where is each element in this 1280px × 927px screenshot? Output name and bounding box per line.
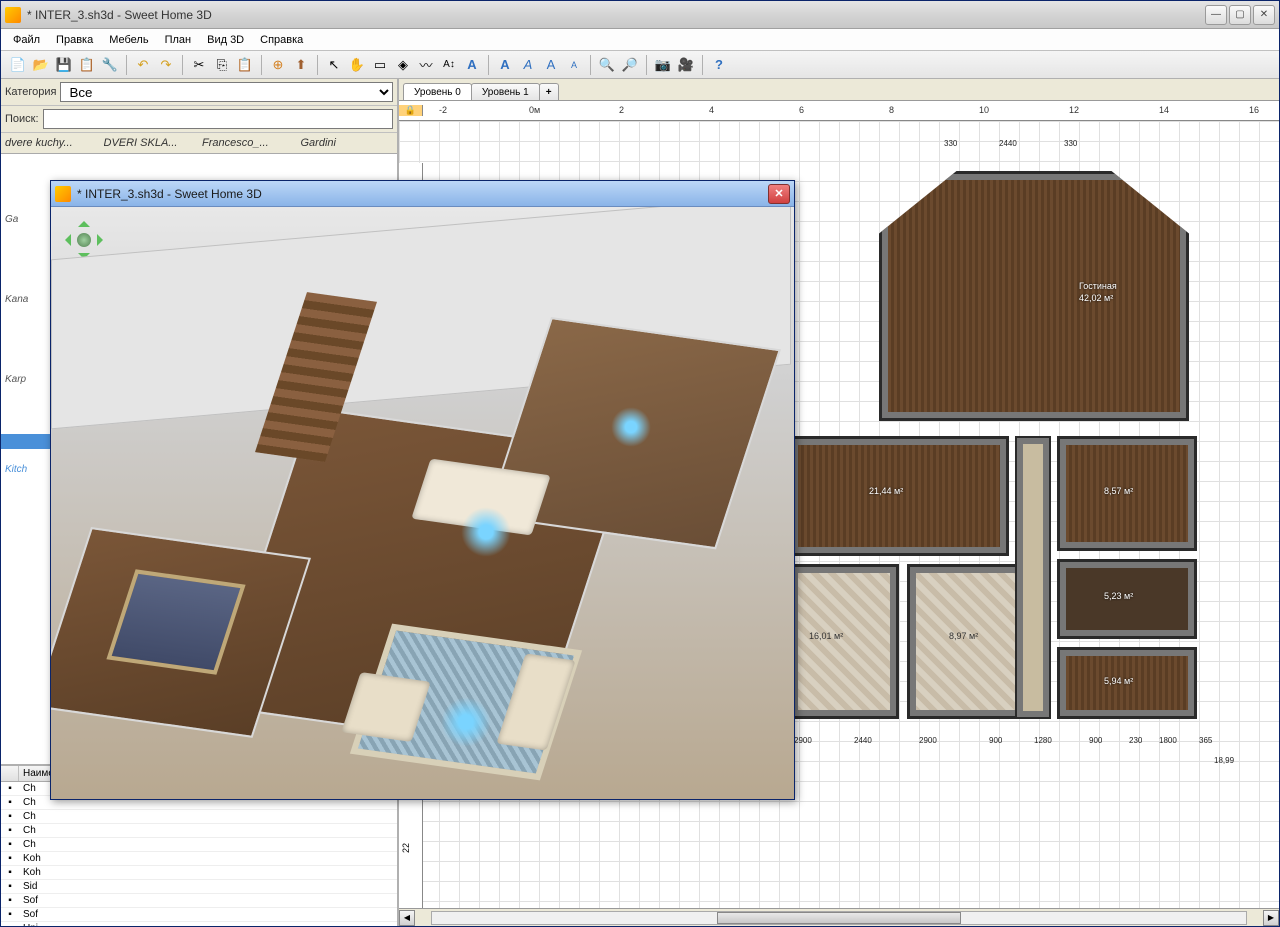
popup-title: * INTER_3.sh3d - Sweet Home 3D bbox=[77, 187, 768, 201]
search-label: Поиск: bbox=[5, 113, 39, 125]
create-dimension-icon[interactable]: A↕ bbox=[438, 54, 460, 76]
table-row[interactable]: ▪Koh bbox=[1, 852, 397, 866]
app-icon bbox=[5, 7, 21, 23]
table-row[interactable]: ▪Ch bbox=[1, 838, 397, 852]
view-3d-canvas[interactable] bbox=[51, 207, 794, 799]
menu-plan[interactable]: План bbox=[157, 32, 200, 48]
lock-icon[interactable]: 🔒 bbox=[399, 105, 423, 116]
nav-north-icon[interactable] bbox=[78, 215, 90, 227]
level-tabs: Уровень 0 Уровень 1 + bbox=[399, 79, 1279, 101]
video-icon[interactable]: 🎥 bbox=[675, 54, 697, 76]
create-polyline-icon[interactable]: 〰 bbox=[415, 54, 437, 76]
room-bottom-left[interactable] bbox=[789, 564, 899, 719]
photo-icon[interactable]: 📷 bbox=[652, 54, 674, 76]
pan-icon[interactable]: ✋ bbox=[346, 54, 368, 76]
create-room-icon[interactable]: ◈ bbox=[392, 54, 414, 76]
text-bold-icon[interactable]: A bbox=[494, 54, 516, 76]
scroll-right-button[interactable]: ▶ bbox=[1263, 910, 1279, 926]
search-input[interactable] bbox=[43, 109, 393, 129]
close-button[interactable]: ✕ bbox=[1253, 5, 1275, 25]
room-living[interactable] bbox=[879, 171, 1189, 421]
catalog-selected-item[interactable] bbox=[1, 434, 51, 449]
table-row[interactable]: ▪Sof bbox=[1, 894, 397, 908]
increase-text-icon[interactable]: A bbox=[540, 54, 562, 76]
title-bar: * INTER_3.sh3d - Sweet Home 3D — ▢ ✕ bbox=[1, 1, 1279, 29]
table-row[interactable]: ▪Ch bbox=[1, 824, 397, 838]
room-living-area: 42,02 м² bbox=[1079, 293, 1113, 303]
maximize-button[interactable]: ▢ bbox=[1229, 5, 1251, 25]
nav-west-icon[interactable] bbox=[59, 234, 71, 246]
floor-plan: 330 2440 330 Гостиная 42,02 м² 21,44 м² … bbox=[789, 161, 1219, 721]
menu-3dview[interactable]: Вид 3D bbox=[199, 32, 252, 48]
table-row[interactable]: ▪Koh bbox=[1, 866, 397, 880]
toolbar: 📄 📂 💾 📋 🔧 ↶ ↷ ✂ ⎘ 📋 ⊕ ⬆ ↖ ✋ ▭ ◈ 〰 A↕ A A… bbox=[1, 51, 1279, 79]
table-row[interactable]: ▪Ch bbox=[1, 810, 397, 824]
chandelier-icon bbox=[611, 407, 651, 447]
popup-app-icon bbox=[55, 186, 71, 202]
popup-title-bar[interactable]: * INTER_3.sh3d - Sweet Home 3D ✕ bbox=[51, 181, 794, 207]
tab-level-1[interactable]: Уровень 1 bbox=[471, 83, 540, 100]
table-row[interactable]: ▪Uni bbox=[1, 922, 397, 926]
tab-level-0[interactable]: Уровень 0 bbox=[403, 83, 472, 100]
scroll-left-button[interactable]: ◀ bbox=[399, 910, 415, 926]
save-icon[interactable]: 💾 bbox=[53, 54, 75, 76]
new-icon[interactable]: 📄 bbox=[7, 54, 29, 76]
menu-file[interactable]: Файл bbox=[5, 32, 48, 48]
ruler-horizontal: 🔒 -2 0м 2 4 6 8 10 12 14 16 bbox=[399, 101, 1279, 121]
menu-bar: Файл Правка Мебель План Вид 3D Справка bbox=[1, 29, 1279, 51]
category-select[interactable]: Все bbox=[60, 82, 393, 102]
create-walls-icon[interactable]: ▭ bbox=[369, 54, 391, 76]
copy-icon[interactable]: ⎘ bbox=[211, 54, 233, 76]
preferences-icon[interactable]: 🔧 bbox=[99, 54, 121, 76]
nav-center-icon[interactable] bbox=[77, 233, 91, 247]
add-furniture-icon[interactable]: ⊕ bbox=[267, 54, 289, 76]
save-as-icon[interactable]: 📋 bbox=[76, 54, 98, 76]
open-icon[interactable]: 📂 bbox=[30, 54, 52, 76]
window-title: * INTER_3.sh3d - Sweet Home 3D bbox=[27, 8, 1205, 22]
table-row[interactable]: ▪Sof bbox=[1, 908, 397, 922]
catalog-column-headers: dvere kuchy... DVERI SKLA... Francesco_.… bbox=[1, 133, 397, 154]
popup-close-button[interactable]: ✕ bbox=[768, 184, 790, 204]
select-icon[interactable]: ↖ bbox=[323, 54, 345, 76]
table-row[interactable]: ▪Sid bbox=[1, 880, 397, 894]
category-label: Категория bbox=[5, 86, 56, 98]
tab-add-level[interactable]: + bbox=[539, 83, 559, 100]
decrease-text-icon[interactable]: A bbox=[563, 54, 585, 76]
view-3d-window[interactable]: * INTER_3.sh3d - Sweet Home 3D ✕ bbox=[50, 180, 795, 800]
minimize-button[interactable]: — bbox=[1205, 5, 1227, 25]
scrollbar-horizontal[interactable]: ◀ ▶ bbox=[399, 908, 1279, 926]
room-mid-left[interactable] bbox=[789, 436, 1009, 556]
paste-icon[interactable]: 📋 bbox=[234, 54, 256, 76]
room-living-name: Гостиная bbox=[1079, 281, 1117, 291]
chandelier-icon bbox=[441, 697, 491, 747]
corridor[interactable] bbox=[1015, 436, 1051, 719]
undo-icon[interactable]: ↶ bbox=[132, 54, 154, 76]
chandelier-icon bbox=[461, 507, 511, 557]
redo-icon[interactable]: ↷ bbox=[155, 54, 177, 76]
menu-edit[interactable]: Правка bbox=[48, 32, 101, 48]
text-italic-icon[interactable]: A bbox=[517, 54, 539, 76]
scroll-track[interactable] bbox=[431, 911, 1247, 925]
menu-furniture[interactable]: Мебель bbox=[101, 32, 156, 48]
menu-help[interactable]: Справка bbox=[252, 32, 311, 48]
zoom-in-icon[interactable]: 🔍 bbox=[596, 54, 618, 76]
nav-east-icon[interactable] bbox=[97, 234, 109, 246]
scroll-thumb[interactable] bbox=[717, 912, 961, 924]
import-furniture-icon[interactable]: ⬆ bbox=[290, 54, 312, 76]
create-label-icon[interactable]: A bbox=[461, 54, 483, 76]
cut-icon[interactable]: ✂ bbox=[188, 54, 210, 76]
zoom-out-icon[interactable]: 🔎 bbox=[619, 54, 641, 76]
help-icon[interactable]: ? bbox=[708, 54, 730, 76]
